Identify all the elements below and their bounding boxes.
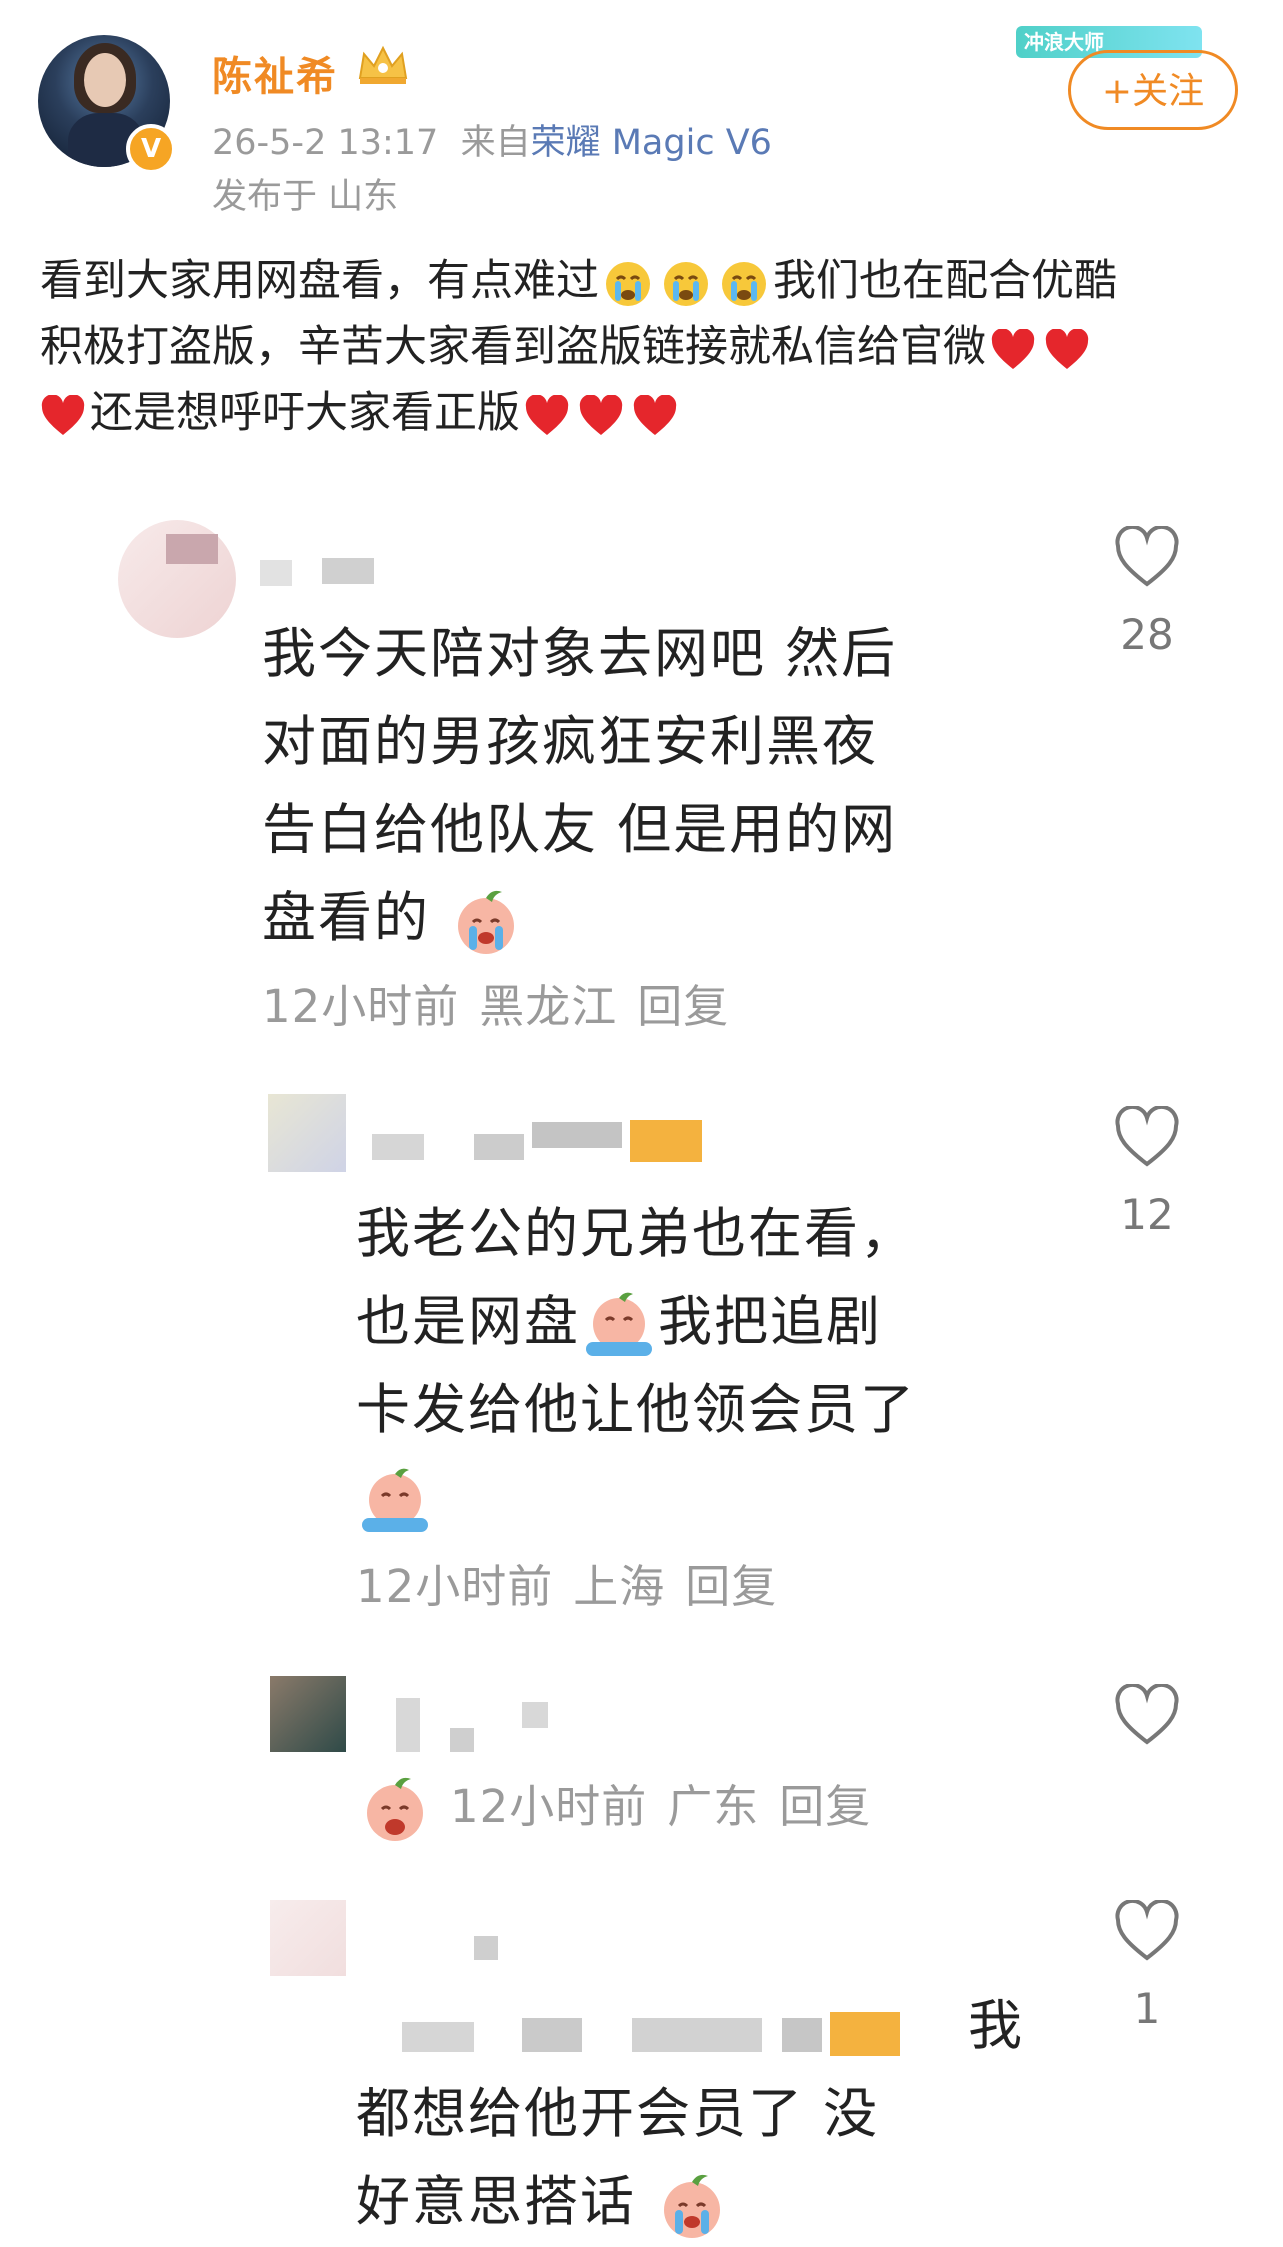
commenter-avatar[interactable]	[270, 1900, 346, 1976]
comment-text: 我今天陪对象去网吧 然后 对面的男孩疯狂安利黑夜 告白给他队友 但是用的网 盘看…	[262, 610, 1062, 962]
peach-crying-emoji-icon	[458, 891, 515, 955]
peach-crying-emoji-icon	[367, 1777, 423, 1841]
like-heart-icon[interactable]	[1112, 1684, 1182, 1748]
post-source-prefix: 来自	[460, 123, 531, 163]
reply-button[interactable]: 回复	[637, 980, 729, 1033]
commenter-avatar-blur	[166, 534, 218, 564]
reply-button[interactable]: 回复	[685, 1560, 777, 1613]
commenter-name-blur[interactable]	[450, 1728, 474, 1752]
comment-item: 我 都想给他开会员了 没 好意思搭话 1	[0, 1890, 1283, 2247]
comment-text: 我 都想给他开会员了 没 好意思搭话	[356, 1982, 1076, 2246]
post-location: 发布于 山东	[212, 177, 399, 217]
commenter-name-blur[interactable]	[372, 1134, 424, 1160]
commenter-avatar[interactable]	[270, 1676, 346, 1752]
peach-crying-emoji-icon	[362, 1469, 428, 1533]
red-heart-icon	[525, 394, 569, 435]
post-time: 26-5-2 13:17	[212, 123, 439, 163]
like-count: 12	[1120, 1190, 1174, 1239]
comment-time: 12小时前	[356, 1560, 554, 1613]
like-heart-icon[interactable]	[1112, 1900, 1182, 1964]
post-text-line3: 还是想呼吁大家看正版	[90, 388, 520, 438]
like-count: 28	[1120, 610, 1174, 659]
follow-button[interactable]: +关注	[1068, 50, 1238, 130]
comment-time: 12小时前	[262, 980, 460, 1033]
commenter-name-blur[interactable]	[474, 1936, 498, 1960]
post-text: 看到大家用网盘看，有点难过 我们也在配合优酷 积极打盗版，辛苦大家看到盗版链接就私…	[40, 248, 1250, 446]
comment-meta: 12小时前 上海 回复	[356, 1550, 797, 1615]
comment-time: 12小时前	[450, 1780, 648, 1833]
like-heart-icon[interactable]	[1112, 1106, 1182, 1170]
reply-button[interactable]: 回复	[779, 1780, 871, 1833]
peach-crying-emoji-icon	[586, 1293, 652, 1357]
comment-meta: 12小时前 广东 回复	[358, 1770, 891, 1847]
commenter-name-blur[interactable]	[260, 560, 292, 586]
like-heart-icon[interactable]	[1112, 526, 1182, 590]
commenter-name-blur[interactable]	[532, 1122, 622, 1148]
post-text-line2: 积极打盗版，辛苦大家看到盗版链接就私信给官微	[40, 322, 986, 372]
verified-badge-icon: V	[126, 124, 176, 174]
post-text-line1-tail: 我们也在配合优酷	[773, 256, 1117, 306]
comment-location: 黑龙江	[479, 980, 618, 1033]
red-heart-icon	[633, 394, 677, 435]
comment-item: 12小时前 广东 回复	[0, 1660, 1283, 1850]
comment-text: 我老公的兄弟也在看， 也是网盘 我把追剧 卡发给他让他领会员了	[356, 1190, 1076, 1542]
like-count: 1	[1133, 1984, 1161, 2033]
red-heart-icon	[579, 394, 623, 435]
comment-item: 我老公的兄弟也在看， 也是网盘 我把追剧 卡发给他让他领会员了 12小时前 上海 回复…	[0, 1080, 1283, 1640]
crying-emoji-icon	[606, 261, 650, 306]
commenter-name-blur[interactable]	[322, 558, 374, 584]
red-heart-icon	[41, 394, 85, 435]
commenter-name-blur[interactable]	[396, 1698, 420, 1752]
commenter-name-blur[interactable]	[474, 1134, 524, 1160]
commenter-avatar[interactable]	[268, 1094, 346, 1172]
commenter-name-blur[interactable]	[522, 1702, 548, 1728]
crying-emoji-icon	[722, 261, 766, 306]
crown-badge-icon	[358, 45, 408, 84]
post-source-device[interactable]: 荣耀 Magic V6	[531, 123, 772, 163]
author-name[interactable]: 陈祉希	[212, 44, 338, 102]
peach-crying-emoji-icon	[664, 2175, 721, 2239]
comment-location: 广东	[667, 1780, 760, 1833]
comment-item: 我今天陪对象去网吧 然后 对面的男孩疯狂安利黑夜 告白给他队友 但是用的网 盘看…	[0, 500, 1283, 1060]
crying-emoji-icon	[664, 261, 708, 306]
red-heart-icon	[1045, 328, 1089, 369]
red-heart-icon	[991, 328, 1035, 369]
post-meta: 26-5-2 13:17 来自荣耀 Magic V6	[212, 114, 772, 165]
post-text-line1: 看到大家用网盘看，有点难过	[40, 256, 599, 306]
comment-meta: 12小时前 黑龙江 回复	[262, 970, 749, 1035]
comment-location: 上海	[573, 1560, 666, 1613]
commenter-badge-blur	[630, 1120, 702, 1162]
